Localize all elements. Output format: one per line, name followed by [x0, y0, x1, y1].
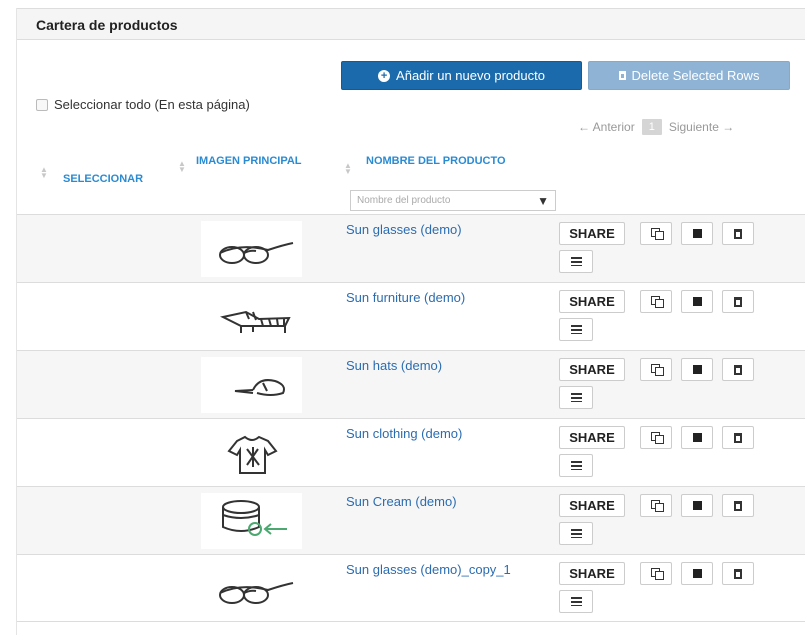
table-row: Sun glasses (demo)_copy_1 SHARE: [17, 554, 805, 622]
list-button[interactable]: [559, 318, 593, 341]
copy-icon: [650, 228, 664, 240]
trash-icon: [734, 296, 742, 307]
product-name-link[interactable]: Sun hats (demo): [346, 358, 541, 373]
list-button[interactable]: [559, 590, 593, 613]
trash-icon: [734, 228, 742, 239]
copy-button[interactable]: [640, 426, 672, 449]
current-page[interactable]: 1: [641, 119, 662, 135]
sunglasses-image: [201, 221, 302, 277]
share-button[interactable]: SHARE: [559, 358, 625, 381]
book-icon: [692, 229, 702, 238]
list-icon: [570, 461, 582, 470]
share-button[interactable]: SHARE: [559, 562, 625, 585]
share-button[interactable]: SHARE: [559, 426, 625, 449]
list-icon: [570, 529, 582, 538]
list-icon: [570, 597, 582, 606]
book-button[interactable]: [681, 358, 713, 381]
product-name-link[interactable]: Sun Cream (demo): [346, 494, 541, 509]
trash-icon: [618, 71, 626, 80]
sort-icon[interactable]: ▲ ▼: [344, 162, 352, 176]
share-button[interactable]: SHARE: [559, 222, 625, 245]
shirt-image: [201, 425, 302, 481]
copy-button[interactable]: [640, 222, 672, 245]
trash-icon: [734, 500, 742, 511]
copy-icon: [650, 568, 664, 580]
table-row: Sun glasses (demo) SHARE: [17, 214, 805, 282]
add-product-button[interactable]: + Añadir un nuevo producto: [341, 61, 582, 90]
copy-button[interactable]: [640, 562, 672, 585]
column-header-select[interactable]: SELECCIONAR: [63, 172, 143, 186]
delete-button[interactable]: [722, 562, 754, 585]
product-name-link[interactable]: Sun furniture (demo): [346, 290, 541, 305]
sunbed-image: [201, 289, 302, 345]
pagination: ← Anterior 1 Siguiente →: [578, 119, 734, 135]
sort-icon[interactable]: ▲ ▼: [40, 166, 48, 180]
book-icon: [692, 501, 702, 510]
sunglasses-image: [201, 561, 302, 617]
table-row: Sun furniture (demo) SHARE: [17, 282, 805, 350]
share-button[interactable]: SHARE: [559, 494, 625, 517]
list-button[interactable]: [559, 386, 593, 409]
product-name-link[interactable]: Sun clothing (demo): [346, 426, 541, 441]
panel-title: Cartera de productos: [17, 8, 805, 40]
column-header-image[interactable]: IMAGEN PRINCIPAL: [196, 154, 306, 168]
trash-icon: [734, 364, 742, 375]
delete-selected-label: Delete Selected Rows: [631, 68, 760, 83]
sort-icon[interactable]: ▲ ▼: [178, 160, 186, 174]
book-icon: [692, 297, 702, 306]
delete-button[interactable]: [722, 426, 754, 449]
list-icon: [570, 325, 582, 334]
filter-placeholder: Nombre del producto: [357, 195, 451, 206]
book-icon: [692, 433, 702, 442]
trash-icon: [734, 568, 742, 579]
delete-button[interactable]: [722, 222, 754, 245]
product-name-link[interactable]: Sun glasses (demo)_copy_1: [346, 562, 536, 577]
list-icon: [570, 393, 582, 402]
name-filter-input[interactable]: Nombre del producto ▼: [350, 190, 556, 211]
delete-selected-button[interactable]: Delete Selected Rows: [588, 61, 790, 90]
prev-page-link[interactable]: ← Anterior: [578, 120, 635, 134]
delete-button[interactable]: [722, 494, 754, 517]
copy-icon: [650, 364, 664, 376]
product-table-body: Sun glasses (demo) SHARE Sun furniture (…: [17, 214, 805, 622]
select-all-label: Seleccionar todo (En esta página): [54, 97, 250, 112]
book-button[interactable]: [681, 222, 713, 245]
copy-button[interactable]: [640, 358, 672, 381]
delete-button[interactable]: [722, 358, 754, 381]
book-button[interactable]: [681, 562, 713, 585]
book-button[interactable]: [681, 426, 713, 449]
book-button[interactable]: [681, 494, 713, 517]
list-button[interactable]: [559, 522, 593, 545]
copy-icon: [650, 296, 664, 308]
book-icon: [692, 365, 702, 374]
list-button[interactable]: [559, 250, 593, 273]
cap-image: [201, 357, 302, 413]
list-icon: [570, 257, 582, 266]
list-button[interactable]: [559, 454, 593, 477]
share-button[interactable]: SHARE: [559, 290, 625, 313]
copy-button[interactable]: [640, 290, 672, 313]
table-row: Sun clothing (demo) SHARE: [17, 418, 805, 486]
book-icon: [692, 569, 702, 578]
next-page-link[interactable]: Siguiente →: [669, 120, 734, 134]
filter-funnel-icon[interactable]: ▼: [537, 194, 549, 208]
copy-icon: [650, 500, 664, 512]
select-all-checkbox[interactable]: [36, 98, 48, 111]
select-all-control[interactable]: Seleccionar todo (En esta página): [36, 97, 250, 112]
copy-icon: [650, 432, 664, 444]
product-name-link[interactable]: Sun glasses (demo): [346, 222, 541, 237]
product-portfolio-page: Cartera de productos + Añadir un nuevo p…: [0, 0, 805, 635]
copy-button[interactable]: [640, 494, 672, 517]
delete-button[interactable]: [722, 290, 754, 313]
book-button[interactable]: [681, 290, 713, 313]
trash-icon: [734, 432, 742, 443]
table-row: Sun hats (demo) SHARE: [17, 350, 805, 418]
cream-tub-image: [201, 493, 302, 549]
plus-circle-icon: +: [378, 69, 391, 82]
column-header-name[interactable]: NOMBRE DEL PRODUCTO: [366, 154, 544, 168]
table-row: Sun Cream (demo) SHARE: [17, 486, 805, 554]
add-product-label: Añadir un nuevo producto: [396, 68, 545, 83]
